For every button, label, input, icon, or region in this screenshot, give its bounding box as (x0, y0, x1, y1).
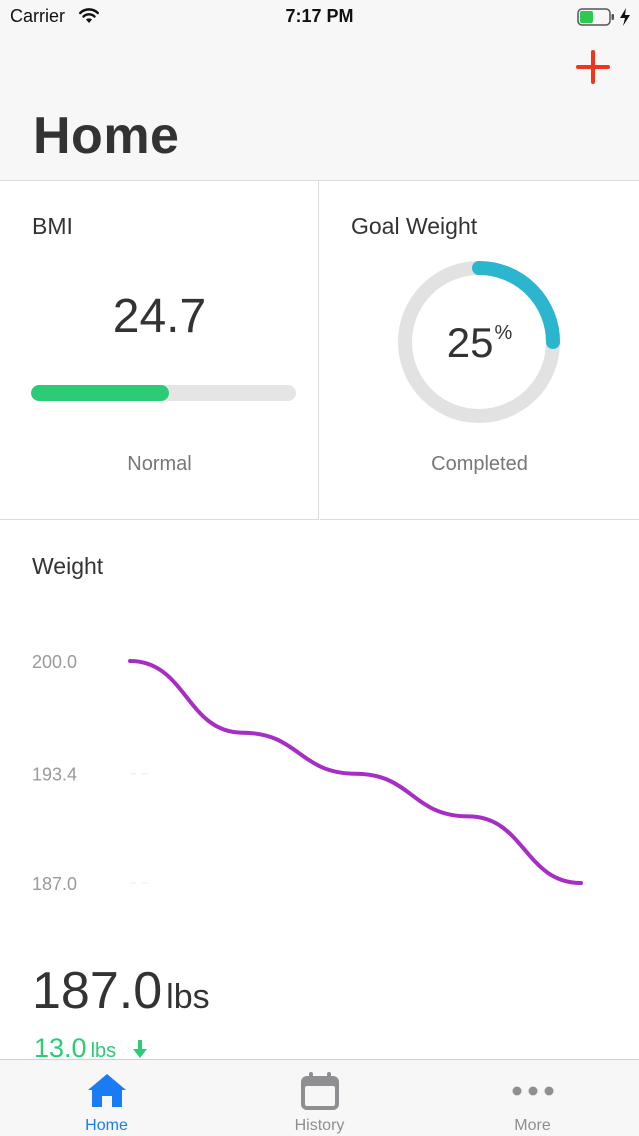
home-icon (86, 1070, 128, 1112)
y-tick-label: 200.0 (32, 652, 77, 672)
bmi-card[interactable]: BMI 24.7 Normal (0, 181, 319, 520)
bmi-value: 24.7 (112, 290, 207, 343)
current-weight-unit: lbs (166, 978, 210, 1016)
bmi-status-label: Normal (127, 453, 192, 475)
tab-home[interactable]: Home (0, 1060, 213, 1136)
bmi-progress-fill (31, 385, 169, 401)
calendar-icon (299, 1070, 341, 1112)
weight-series-line (128, 659, 583, 885)
tab-history[interactable]: History (213, 1060, 426, 1136)
goal-card-title: Goal Weight (351, 213, 478, 239)
page-title: Home (33, 107, 180, 165)
tab-more[interactable]: More (426, 1060, 639, 1136)
goal-status-label: Completed (431, 453, 528, 475)
goal-weight-card[interactable]: Goal Weight 25% Completed (320, 181, 639, 520)
add-entry-button[interactable] (572, 46, 614, 88)
nav-header: Home (0, 36, 639, 181)
current-weight: 187.0 lbs (32, 961, 210, 1021)
tab-bar: Home History More (0, 1059, 639, 1136)
weight-line-chart: 200.0 193.4 187.0 (32, 652, 583, 894)
bmi-card-title: BMI (32, 213, 73, 239)
current-weight-value: 187.0 (32, 962, 163, 1020)
weight-card[interactable]: Weight 200.0 193.4 187.0 187.0 lbs 13.0 lbs (0, 521, 639, 1063)
status-bar: Carrier 7:17 PM (0, 0, 639, 36)
weight-card-title: Weight (32, 553, 104, 579)
charging-icon (619, 7, 631, 32)
goal-percent-value: 25 (446, 319, 494, 366)
y-tick-label: 187.0 (32, 874, 77, 894)
more-icon (512, 1070, 554, 1112)
tab-home-label: Home (85, 1117, 128, 1134)
goal-percent: 25% (320, 319, 639, 367)
tab-history-label: History (294, 1117, 345, 1134)
y-tick-label: 193.4 (32, 765, 77, 785)
tab-more-label: More (514, 1117, 551, 1134)
goal-percent-symbol: % (494, 322, 513, 344)
bmi-progress-track (31, 385, 296, 401)
status-time: 7:17 PM (285, 6, 354, 26)
battery-icon (577, 8, 615, 26)
